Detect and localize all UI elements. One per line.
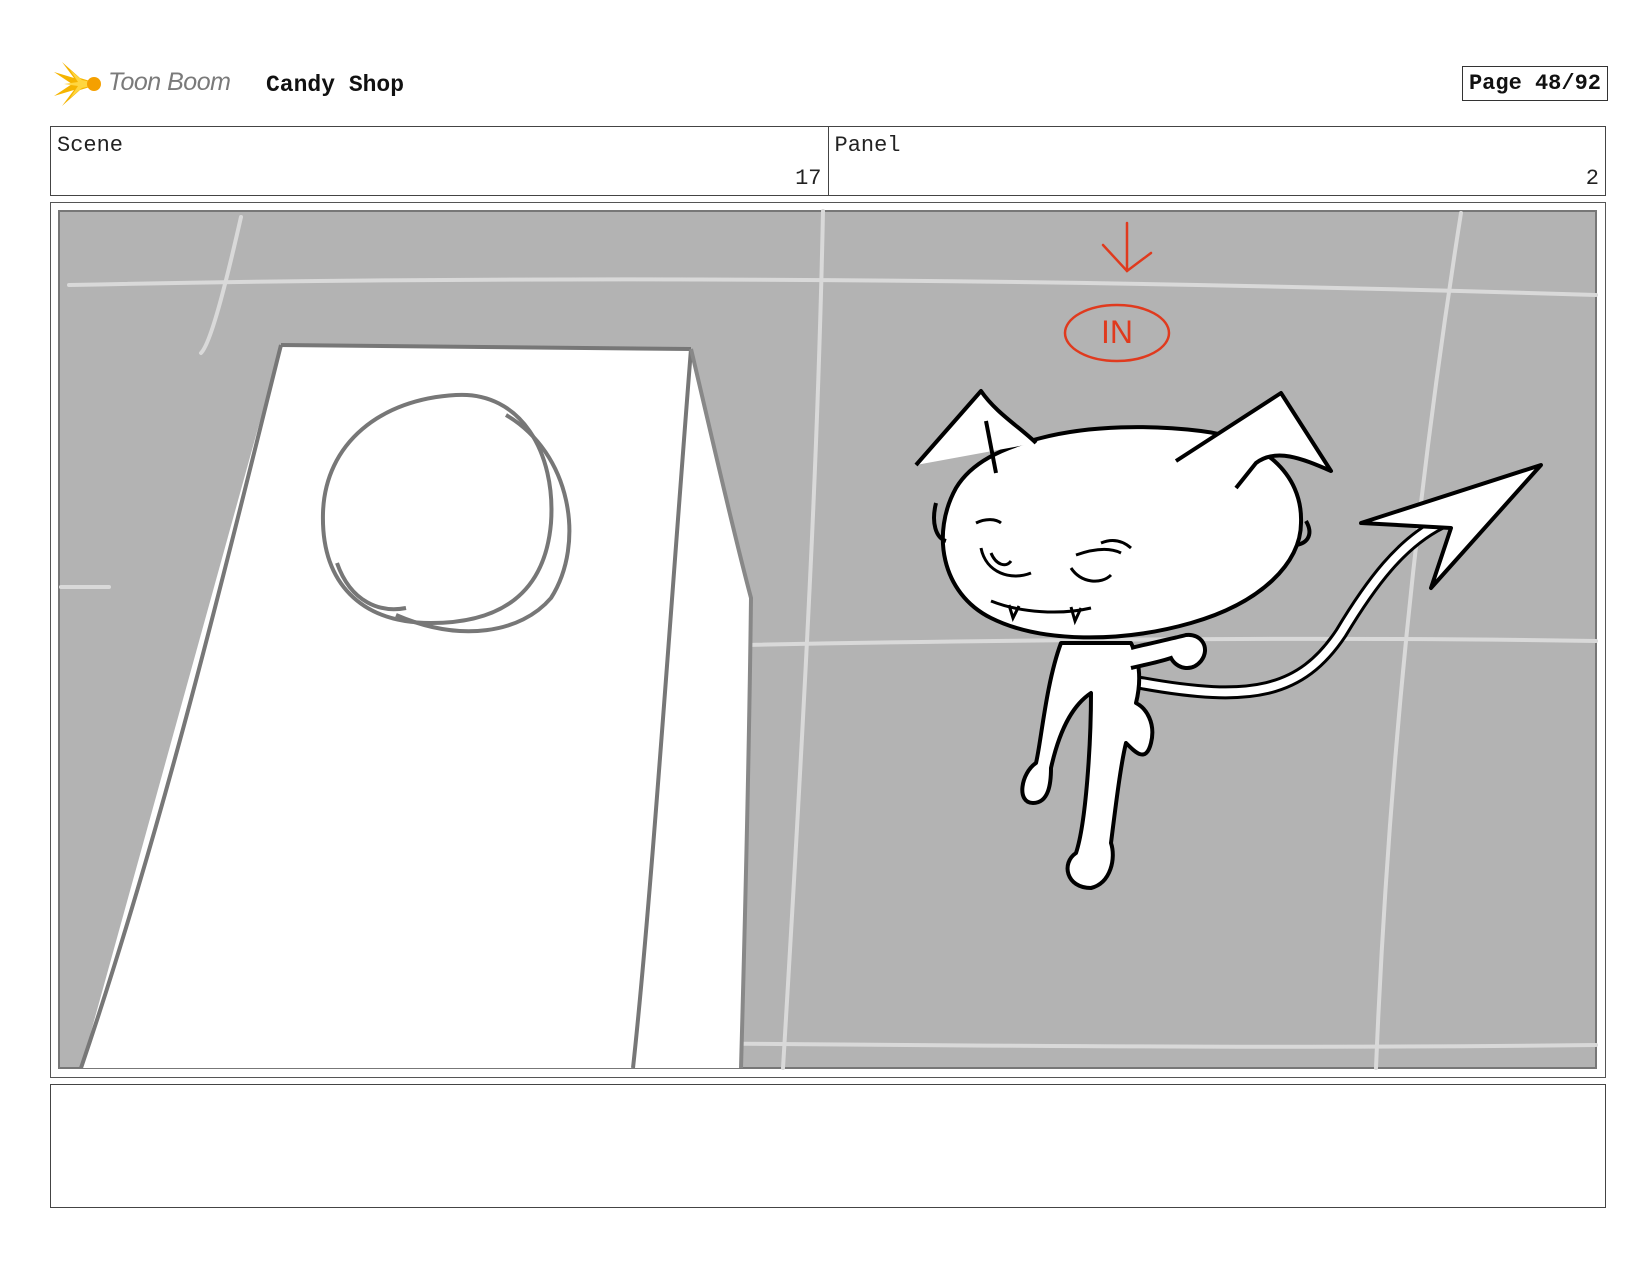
panel-number: 2 (1585, 166, 1599, 191)
storyboard-sketch: IN (58, 209, 1598, 1070)
scene-label: Scene (57, 133, 124, 158)
panel-info-row: Scene 17 Panel 2 (50, 126, 1606, 196)
scene-cell: Scene 17 (51, 127, 828, 195)
panel-cell: Panel 2 (827, 127, 1606, 195)
page-header: Toon Boom Candy Shop Page 48/92 (52, 58, 1608, 110)
logo-burst-icon (54, 62, 101, 106)
storyboard-panel-frame: IN (50, 202, 1606, 1078)
scene-number: 17 (795, 166, 822, 191)
page-number-badge: Page 48/92 (1461, 66, 1608, 101)
panel-notes-box (50, 1084, 1606, 1208)
project-title: Candy Shop (266, 72, 405, 98)
annotation-text: IN (1101, 314, 1133, 350)
toon-boom-logo: Toon Boom (52, 58, 252, 110)
panel-label: Panel (834, 133, 901, 158)
logo-text: Toon Boom (108, 68, 231, 96)
